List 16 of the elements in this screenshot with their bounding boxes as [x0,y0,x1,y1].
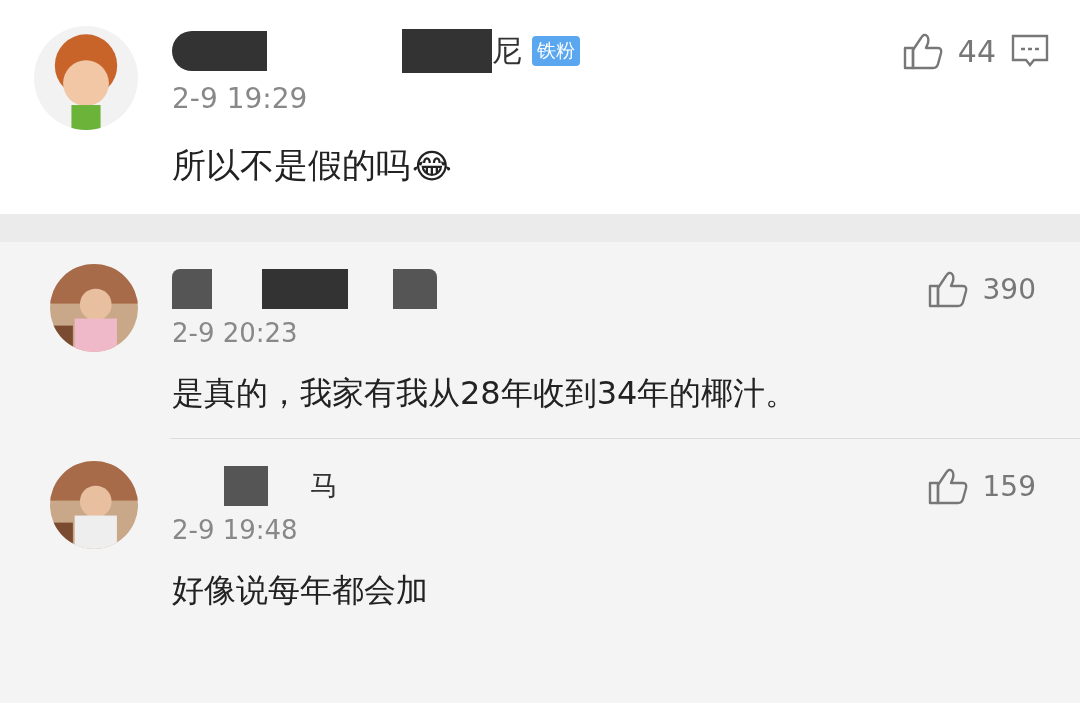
comment-text: 是真的，我家有我从28年收到34年的椰汁。 [172,373,798,414]
laughing-emoji: 😂 [412,146,452,186]
fan-badge: 铁粉 [532,36,580,66]
redaction-bar [393,269,437,309]
user-name[interactable]: 尼 [492,30,522,72]
redaction-bar [172,269,212,309]
like-count: 159 [982,469,1036,503]
timestamp: 2-9 19:29 [172,82,309,115]
like-count: 390 [982,272,1036,306]
like-count: 44 [957,33,996,69]
user-name[interactable]: 马 [310,467,338,505]
timestamp: 2-9 20:23 [172,318,299,348]
comment-text: 所以不是假的吗 [172,144,410,187]
redaction-bar [224,466,268,506]
timestamp: 2-9 19:48 [172,515,299,545]
comment-text: 好像说每年都会加 [172,570,428,611]
